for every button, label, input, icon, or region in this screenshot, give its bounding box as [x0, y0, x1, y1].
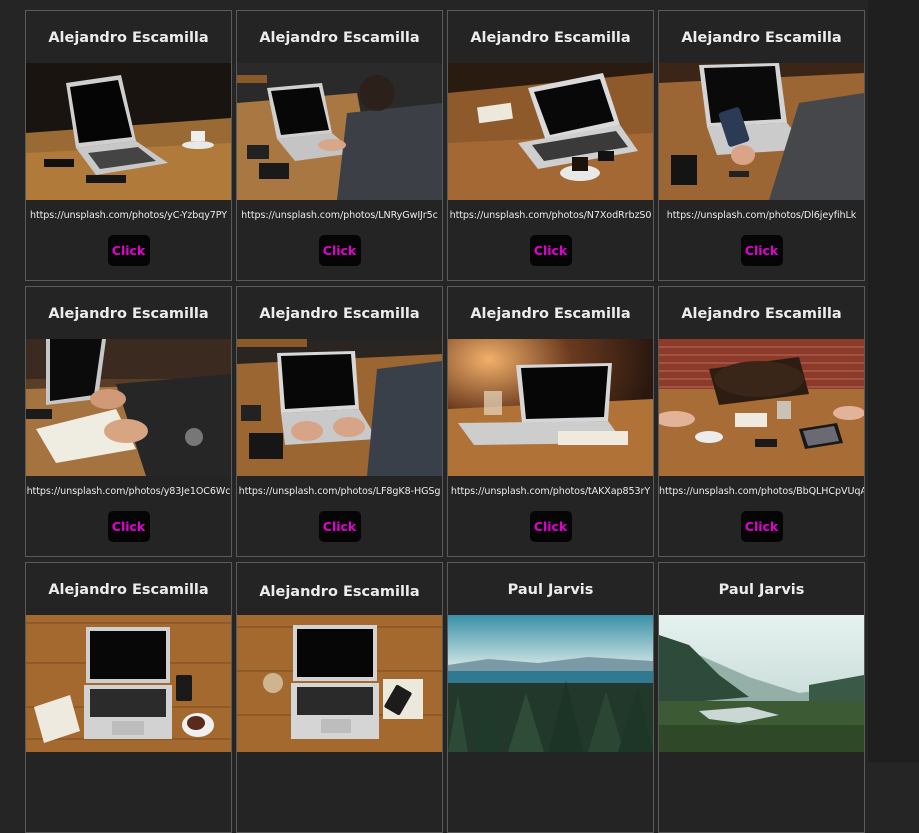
- author-name: Alejandro Escamilla: [259, 584, 420, 600]
- photo-url: https://unsplash.com/photos/N7XodRrbzS0: [449, 210, 652, 221]
- photo-card: Alejandro Escamilla https://unsplash.com…: [25, 286, 232, 557]
- photo-laptop-topdown-notebook-coffee: [26, 615, 231, 752]
- photo-url: https://unsplash.com/photos/LNRyGwIJr5c: [241, 210, 438, 221]
- photo-card: Alejandro Escamilla: [25, 562, 232, 833]
- photo-card: Alejandro Escamilla https://unsplash.com…: [447, 286, 654, 557]
- photo-url: https://unsplash.com/photos/yC-Yzbqy7PY: [29, 210, 228, 221]
- page-side-strip: [868, 0, 919, 762]
- click-button[interactable]: Click: [529, 235, 572, 266]
- photo-man-typing-on-laptop: [237, 63, 442, 200]
- author-name: Paul Jarvis: [507, 582, 594, 598]
- click-button[interactable]: Click: [318, 511, 361, 542]
- author-name: Alejandro Escamilla: [681, 30, 842, 46]
- photo-hands-writing-in-notebook: [26, 339, 231, 476]
- photo-misty-valley-river: [659, 615, 864, 752]
- photo-url: https://unsplash.com/photos/BbQLHCpVUqA: [659, 486, 864, 497]
- photo-card: Alejandro Escamilla https://unsplash.com…: [447, 10, 654, 281]
- photo-forest-and-lake-landscape: [448, 615, 653, 752]
- photo-grid: Alejandro Escamilla https://unsplash.com…: [25, 10, 865, 833]
- photo-desk-with-bag-tablet-brick-wall: [659, 339, 864, 476]
- photo-card: Alejandro Escamilla: [236, 562, 443, 833]
- photo-url: https://unsplash.com/photos/y83Je1OC6Wc: [26, 486, 231, 497]
- click-button[interactable]: Click: [740, 235, 783, 266]
- photo-hands-on-laptop-keyboard: [237, 339, 442, 476]
- photo-card: Paul Jarvis: [658, 562, 865, 833]
- photo-man-holding-phone-at-laptop: [659, 63, 864, 200]
- photo-card: Alejandro Escamilla https://unsplash.com…: [658, 286, 865, 557]
- author-name: Alejandro Escamilla: [259, 30, 420, 46]
- photo-url: https://unsplash.com/photos/tAKXap853rY: [450, 486, 651, 497]
- author-name: Alejandro Escamilla: [470, 30, 631, 46]
- photo-url: https://unsplash.com/photos/LF8gK8-HGSg: [238, 486, 441, 497]
- photo-laptop-on-wooden-table-with-coffee: [26, 63, 231, 200]
- photo-laptop-topdown-glass-phone: [237, 615, 442, 752]
- click-button[interactable]: Click: [529, 511, 572, 542]
- photo-card: Alejandro Escamilla https://unsplash.com…: [236, 10, 443, 281]
- click-button[interactable]: Click: [107, 235, 150, 266]
- photo-laptop-with-glass-warm-light: [448, 339, 653, 476]
- author-name: Alejandro Escamilla: [470, 306, 631, 322]
- click-button[interactable]: Click: [318, 235, 361, 266]
- author-name: Paul Jarvis: [718, 582, 805, 598]
- author-name: Alejandro Escamilla: [48, 306, 209, 322]
- author-name: Alejandro Escamilla: [48, 582, 209, 598]
- photo-laptop-notebook-coffee-topdown: [448, 63, 653, 200]
- photo-url: https://unsplash.com/photos/Dl6jeyfihLk: [666, 210, 857, 221]
- click-button[interactable]: Click: [107, 511, 150, 542]
- photo-card: Paul Jarvis: [447, 562, 654, 833]
- click-button[interactable]: Click: [740, 511, 783, 542]
- author-name: Alejandro Escamilla: [259, 306, 420, 322]
- author-name: Alejandro Escamilla: [681, 306, 842, 322]
- photo-card: Alejandro Escamilla https://unsplash.com…: [236, 286, 443, 557]
- photo-card: Alejandro Escamilla https://unsplash.com…: [658, 10, 865, 281]
- author-name: Alejandro Escamilla: [48, 30, 209, 46]
- photo-card: Alejandro Escamilla https://unsplash.com…: [25, 10, 232, 281]
